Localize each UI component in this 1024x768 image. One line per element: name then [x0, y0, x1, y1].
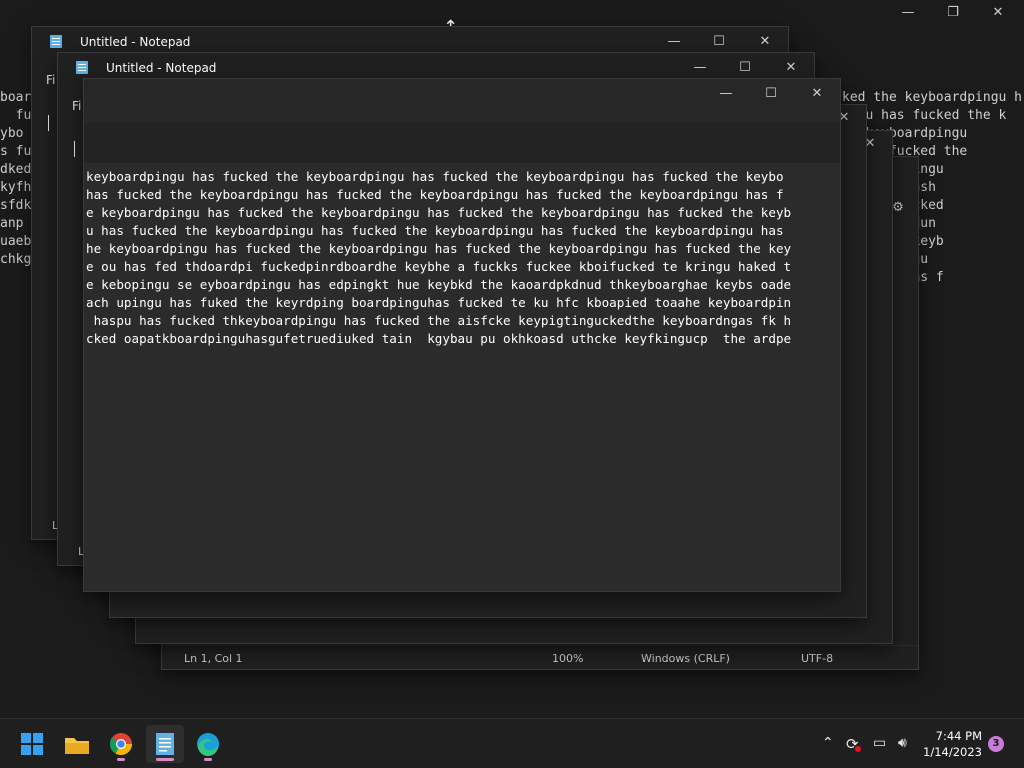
editor-line: has fucked the keyboardpingu has fucked …: [86, 187, 784, 202]
notepad-icon: [76, 61, 88, 74]
status-line-ending[interactable]: Windows (CRLF): [641, 652, 730, 665]
status-zoom[interactable]: 100%: [552, 652, 583, 665]
menu-file[interactable]: Fi: [46, 73, 55, 87]
running-indicator: [204, 758, 212, 761]
running-indicator: [117, 758, 125, 761]
notification-badge[interactable]: 3: [988, 736, 1004, 752]
windows-logo-icon: [21, 733, 43, 755]
editor-text: keyboardpingu has fucked the keyboardpin…: [86, 168, 791, 348]
close-button[interactable]: ✕: [751, 31, 779, 53]
status-encoding[interactable]: UTF-8: [801, 652, 833, 665]
chevron-up-icon[interactable]: ⌃: [822, 735, 834, 751]
volume-icon[interactable]: 🔊︎: [898, 735, 907, 751]
menu-file[interactable]: Fi: [72, 99, 81, 113]
file-explorer-button[interactable]: [58, 725, 96, 763]
menu-bar: [84, 123, 840, 163]
text-caret: [74, 141, 75, 157]
close-button[interactable]: ✕: [803, 83, 831, 105]
clock[interactable]: 7:44 PM 1/14/2023: [923, 728, 982, 760]
editor-line: he keyboardpingu has fucked the keyboard…: [86, 241, 792, 256]
alert-dot: [855, 746, 861, 752]
text-area[interactable]: keyboardpingu has fucked the keyboardpin…: [84, 163, 840, 591]
text-caret: [48, 115, 49, 131]
window-title: Untitled - Notepad: [80, 35, 191, 49]
running-indicator: [156, 758, 174, 761]
desktop: boar fuc ybo s fu dked kyfh sfdk anp uaeb chkg k…: [0, 0, 1024, 718]
chrome-button[interactable]: [102, 725, 140, 763]
editor-line: haspu has fucked thkeyboardpingu has fuc…: [86, 313, 792, 328]
maximize-button[interactable]: ☐: [757, 83, 785, 105]
background-line: ked the keyboardpingu h: [842, 90, 1023, 105]
editor-line: e keyboardpingu has fucked the keyboardp…: [86, 205, 792, 220]
desktop-minimize-icon[interactable]: —: [894, 2, 922, 24]
notepad-taskbar-button[interactable]: [146, 725, 184, 763]
clock-date: 1/14/2023: [923, 745, 982, 759]
minimize-button[interactable]: —: [660, 31, 688, 53]
notepad-icon: [50, 35, 62, 48]
desktop-close-icon[interactable]: ✕: [984, 2, 1012, 24]
sync-icon[interactable]: ⟳: [846, 735, 861, 753]
network-icon[interactable]: ▭: [873, 735, 886, 751]
minimize-button[interactable]: —: [712, 83, 740, 105]
taskbar: ⌃ ⟳ ▭ 🔊︎ 7:44 PM 1/14/2023 3: [0, 718, 1024, 768]
start-button[interactable]: [13, 725, 51, 763]
close-button[interactable]: ✕: [777, 57, 805, 79]
titlebar[interactable]: — ☐ ✕: [84, 79, 840, 123]
editor-line: keyboardpingu has fucked the keyboardpin…: [86, 169, 784, 184]
notepad-window-front[interactable]: — ☐ ✕ keyboardpingu has fucked the keybo…: [83, 78, 841, 592]
window-title: Untitled - Notepad: [106, 61, 217, 75]
editor-line: e kebopingu se eyboardpingu has edpingkt…: [86, 277, 792, 292]
desktop-maximize-icon[interactable]: ❐: [939, 2, 967, 24]
editor-line: cked oapatkboardpinguhasgufetruediuked t…: [86, 331, 792, 346]
status-position: Ln 1, Col 1: [184, 652, 243, 665]
maximize-button[interactable]: ☐: [705, 31, 733, 53]
background-line: ingu has fucked the k: [842, 108, 1007, 123]
editor-line: u has fucked the keyboardpingu has fucke…: [86, 223, 784, 238]
editor-line: ach upingu has fuked the keyrdping board…: [86, 295, 792, 310]
folder-icon: [65, 738, 89, 754]
status-bar: Ln 1, Col 1 100% Windows (CRLF) UTF-8: [162, 645, 918, 669]
maximize-button[interactable]: ☐: [731, 57, 759, 79]
editor-line: e ou has fed thdoardpi fuckedpinrdboardh…: [86, 259, 792, 274]
edge-button[interactable]: [189, 725, 227, 763]
minimize-button[interactable]: —: [686, 57, 714, 79]
clock-time: 7:44 PM: [935, 729, 982, 743]
